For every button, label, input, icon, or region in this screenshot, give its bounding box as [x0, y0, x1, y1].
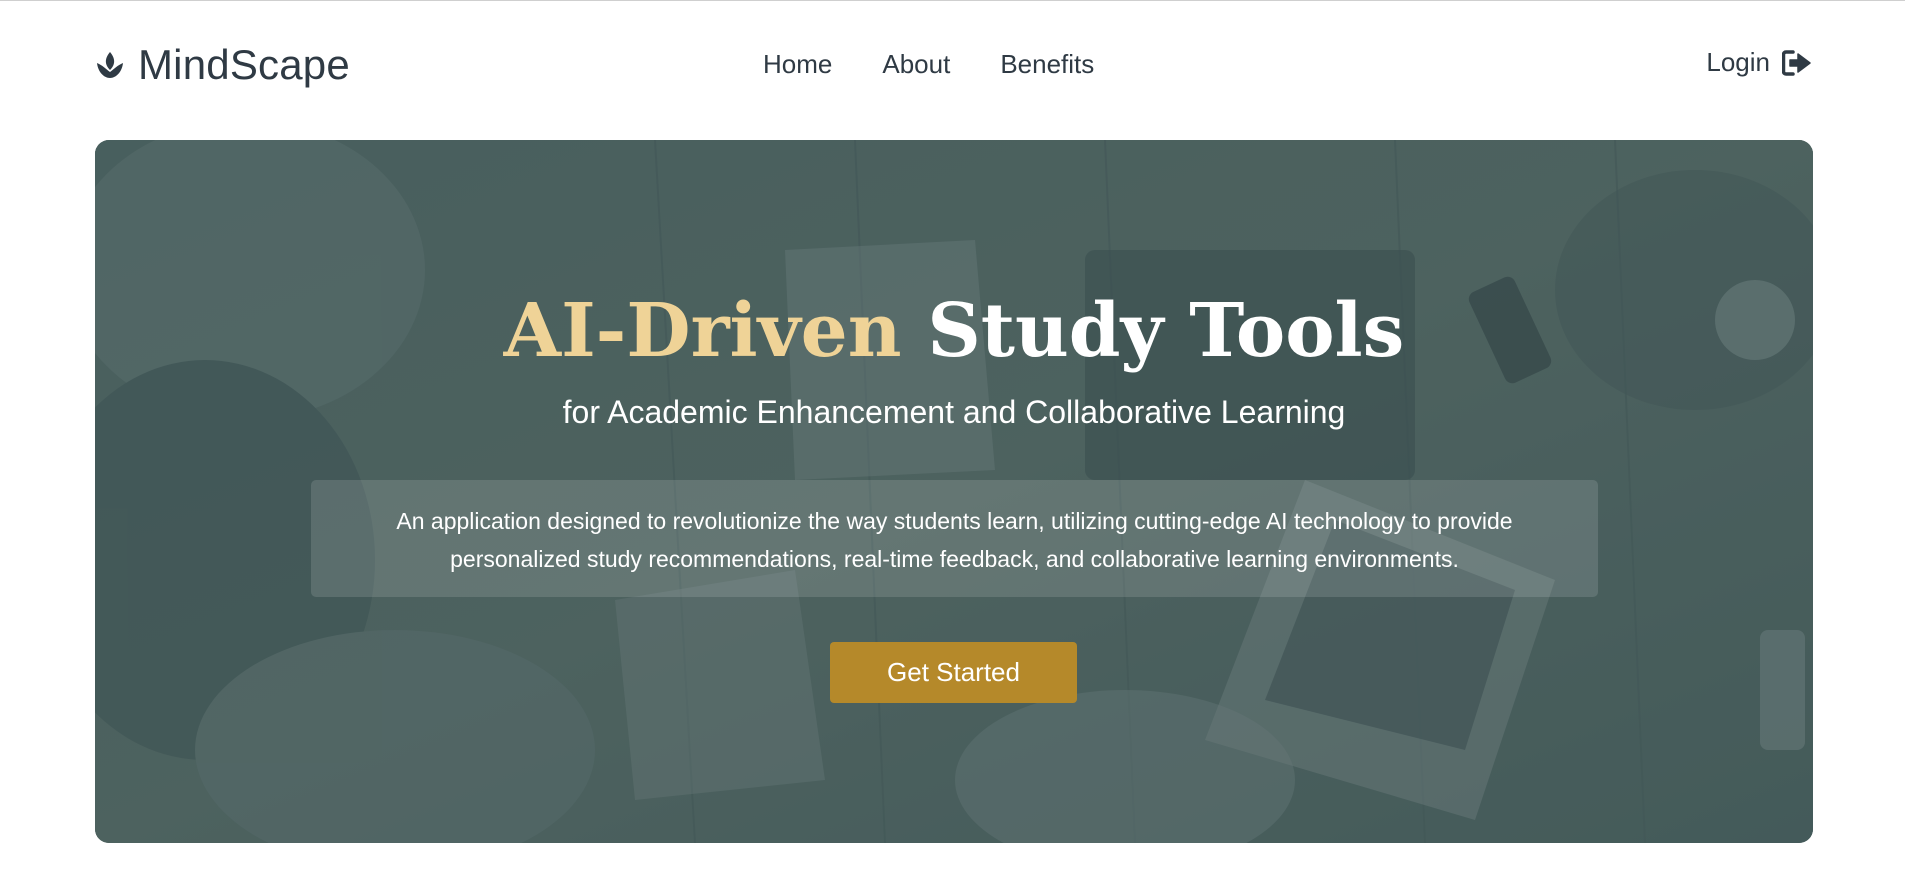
hero-content: AI-Driven Study Tools for Academic Enhan… [95, 140, 1813, 843]
hero-subtitle: for Academic Enhancement and Collaborati… [562, 394, 1346, 430]
login-link[interactable]: Login [1706, 47, 1812, 78]
nav-link-benefits[interactable]: Benefits [1000, 49, 1094, 80]
main-nav: Home About Benefits [763, 49, 1094, 80]
hero-description: An application designed to revolutionize… [311, 480, 1598, 597]
hero-title: AI-Driven Study Tools [95, 288, 1813, 374]
brand-name: MindScape [138, 41, 350, 88]
navbar: MindScape Home About Benefits Login [0, 1, 1905, 129]
hero-title-accent: AI-Driven [503, 288, 902, 374]
hero-title-rest: Study Tools [927, 288, 1405, 374]
login-label: Login [1706, 47, 1770, 77]
nav-link-home[interactable]: Home [763, 49, 832, 80]
get-started-button[interactable]: Get Started [830, 642, 1077, 703]
nav-link-about[interactable]: About [882, 49, 950, 80]
brand-link[interactable]: MindScape [96, 39, 350, 91]
lotus-icon [97, 52, 123, 78]
sign-in-icon [1782, 49, 1811, 76]
hero-banner: AI-Driven Study Tools for Academic Enhan… [95, 140, 1813, 843]
